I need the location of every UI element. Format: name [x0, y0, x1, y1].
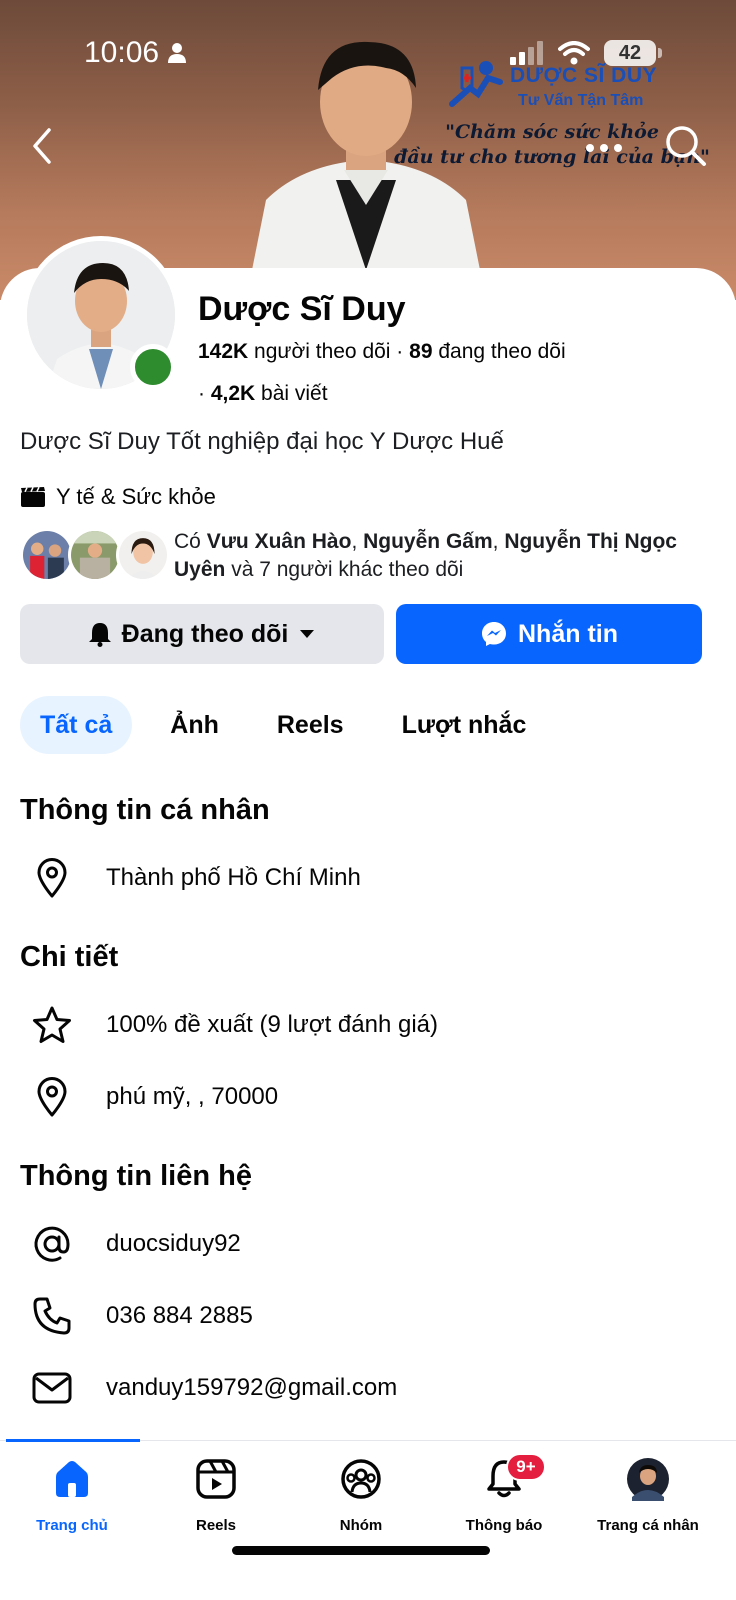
personal-info-heading: Thông tin cá nhân [20, 794, 270, 826]
tab-photos[interactable]: Ảnh [150, 696, 239, 754]
brand-tagline: Tư Vấn Tận Tâm [518, 92, 644, 109]
home-icon [56, 1461, 88, 1497]
bell-icon [88, 623, 111, 647]
nav-profile[interactable]: Trang cá nhân [578, 1453, 718, 1543]
back-button[interactable] [22, 124, 62, 168]
signal-icon [510, 41, 543, 65]
mutual-avatar [116, 528, 170, 582]
nav-groups[interactable]: Nhóm [291, 1453, 431, 1543]
email-text: vanduy159792@gmail.com [106, 1374, 398, 1401]
profile-bio: Dược Sĩ Duy Tốt nghiệp đại học Y Dược Hu… [20, 428, 504, 455]
reels-icon [196, 1459, 236, 1499]
nav-reels-label: Reels [195, 1517, 237, 1534]
notification-badge: 9+ [506, 1453, 546, 1481]
groups-icon [341, 1459, 381, 1499]
nav-reels[interactable]: Reels [146, 1453, 286, 1543]
location-pin-icon [37, 858, 67, 898]
following-button[interactable]: Đang theo dõi [20, 604, 384, 664]
location-row: Thành phố Hồ Chí Minh [30, 856, 361, 900]
profile-name: Dược Sĩ Duy [198, 290, 406, 328]
phone-icon [33, 1297, 71, 1335]
tab-all[interactable]: Tất cả [20, 696, 133, 754]
person-status-icon [168, 43, 187, 63]
pharmacist-logo-icon [449, 61, 503, 107]
battery-indicator: 42 [604, 40, 662, 66]
username-row[interactable]: duocsiduy92 [30, 1222, 241, 1266]
location-text: Thành phố Hồ Chí Minh [106, 864, 361, 891]
rating-text: 100% đề xuất (9 lượt đánh giá) [106, 1011, 439, 1038]
profile-avatar-small [627, 1458, 669, 1501]
phone-row[interactable]: 036 884 2885 [30, 1294, 253, 1338]
location-pin-icon [37, 1077, 67, 1117]
nav-notifications[interactable]: 9+ Thông báo [434, 1453, 574, 1543]
phone-text: 036 884 2885 [106, 1302, 253, 1329]
at-sign-icon [34, 1226, 70, 1262]
details-heading: Chi tiết [20, 941, 119, 973]
nav-profile-label: Trang cá nhân [597, 1517, 699, 1534]
mutual-avatar [68, 528, 122, 582]
tab-mentions[interactable]: Lượt nhắc [382, 696, 547, 754]
messenger-icon [482, 622, 506, 646]
tab-reels[interactable]: Reels [257, 696, 364, 754]
nav-home-label: Trang chủ [36, 1517, 108, 1534]
mutual-avatar [20, 528, 74, 582]
email-row[interactable]: vanduy159792@gmail.com [30, 1366, 397, 1410]
username-text: duocsiduy92 [106, 1230, 241, 1257]
rating-row[interactable]: 100% đề xuất (9 lượt đánh giá) [30, 1003, 438, 1047]
wifi-icon [558, 41, 590, 65]
contact-heading: Thông tin liên hệ [20, 1160, 252, 1192]
caret-down-icon [300, 630, 315, 638]
address-row: phú mỹ, , 70000 [30, 1075, 278, 1119]
nav-notifications-label: Thông báo [465, 1517, 543, 1534]
status-icons: 42 [510, 40, 662, 66]
profile-tabs: Tất cả Ảnh Reels Lượt nhắc [20, 696, 546, 754]
clapperboard-icon [21, 486, 45, 507]
home-indicator-bar [232, 1546, 490, 1555]
mutual-avatars [20, 528, 170, 582]
star-icon [33, 1006, 71, 1043]
mutual-followers-text: Có Vưu Xuân Hào, Nguyễn Gấm, Nguyễn Thị … [174, 530, 677, 581]
active-tab-indicator [6, 1439, 140, 1442]
chevron-left-icon [33, 128, 51, 164]
search-icon[interactable] [664, 124, 708, 168]
profile-posts-count[interactable]: · 4,2K bài viết [198, 382, 328, 406]
more-options-icon[interactable] [584, 128, 624, 168]
online-status-indicator [130, 344, 176, 390]
profile-stats[interactable]: 142K người theo dõi · 89 đang theo dõi [198, 340, 566, 364]
nav-home[interactable]: Trang chủ [2, 1453, 142, 1543]
nav-groups-label: Nhóm [339, 1517, 383, 1534]
mutual-followers[interactable]: Có Vưu Xuân Hào, Nguyễn Gấm, Nguyễn Thị … [20, 524, 720, 586]
envelope-icon [32, 1372, 72, 1404]
profile-category: Y tế & Sức khỏe [20, 484, 216, 510]
brand-name: DƯỢC SĨ DUY [510, 64, 658, 87]
message-button[interactable]: Nhắn tin [396, 604, 702, 664]
bottom-navigation: Trang chủ Reels Nhóm 9+ Thông báo Trang … [0, 1439, 736, 1600]
status-time: 10:06 [84, 36, 187, 70]
address-text: phú mỹ, , 70000 [106, 1083, 279, 1110]
